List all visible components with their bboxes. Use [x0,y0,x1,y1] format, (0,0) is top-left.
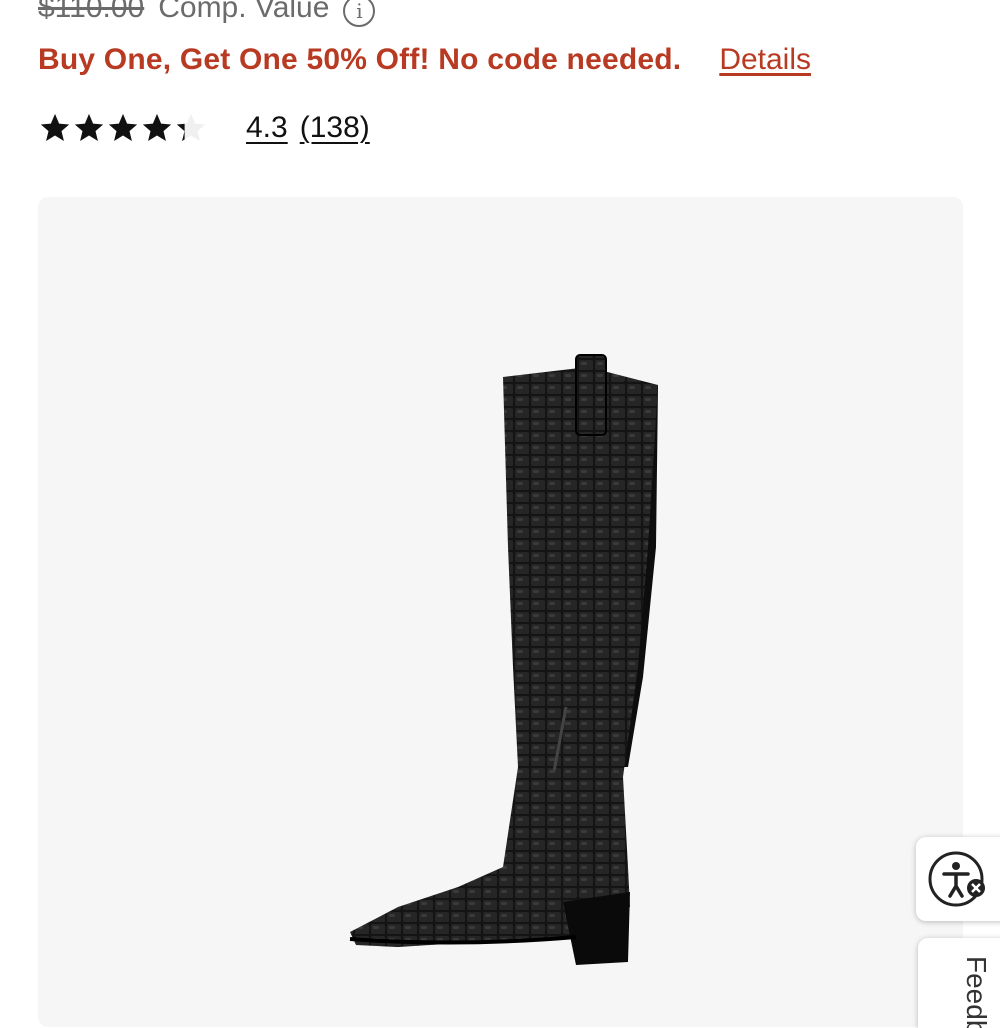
accessibility-button[interactable] [916,837,1000,921]
price-row: $110.00 Comp. Value i [38,0,376,30]
details-link[interactable]: Details [719,43,811,77]
promo-row: Buy One, Get One 50% Off! No code needed… [38,38,958,82]
info-icon[interactable]: i [343,0,376,27]
feedback-tab[interactable]: Feedback [918,938,1000,1028]
star-icon [40,113,70,142]
accessibility-icon [928,851,985,907]
rating-value[interactable]: 4.3 [246,111,288,145]
promo-text: Buy One, Get One 50% Off! No code needed… [38,43,682,76]
star-icon-partial [176,113,206,142]
comp-value-label: Comp. Value [158,0,330,24]
rating-row[interactable]: 4.3 (138) [38,106,370,150]
star-icon [74,113,104,142]
star-icon [142,113,172,142]
boot-image [349,354,658,965]
review-count[interactable]: (138) [300,111,370,145]
product-image[interactable] [38,197,963,1027]
comp-price: $110.00 [38,0,145,24]
feedback-label: Feedback [961,956,992,1028]
star-icon [108,113,138,142]
star-rating [38,111,210,145]
